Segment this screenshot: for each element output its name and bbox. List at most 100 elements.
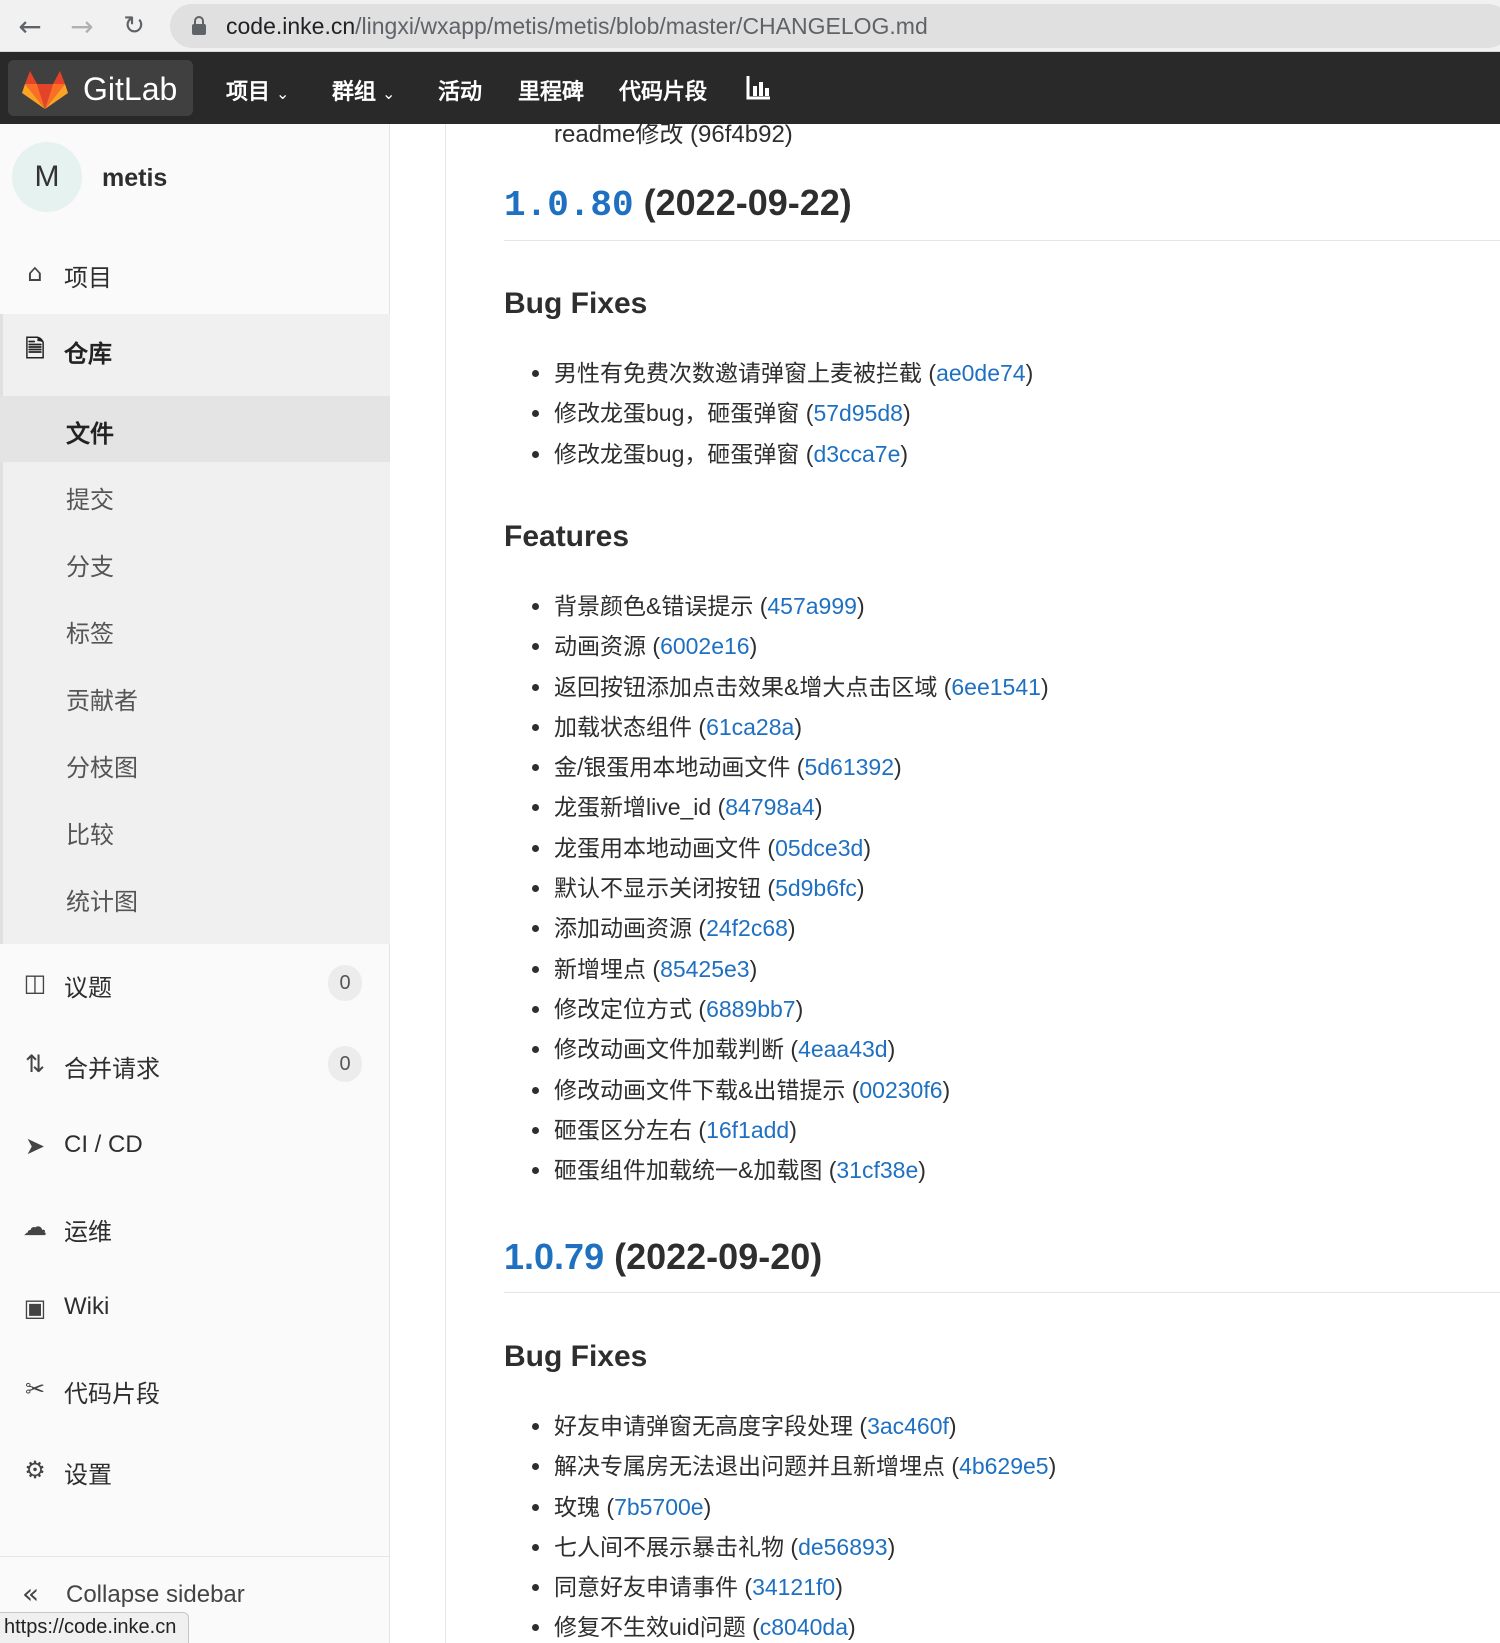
back-arrow-icon[interactable]: ← xyxy=(12,8,48,44)
sidebar-subitem-commits[interactable]: 提交 xyxy=(0,462,390,528)
sidebar-subitem-compare[interactable]: 比较 xyxy=(0,797,390,863)
sidebar-subitem-branches[interactable]: 分支 xyxy=(0,529,390,595)
changelog-entry-text: 修改龙蛋bug，砸蛋弹窗 ( xyxy=(554,400,814,427)
changelog-entry-text: 龙蛋用本地动画文件 ( xyxy=(554,834,776,861)
double-chevron-left-icon: « xyxy=(22,1577,40,1610)
commit-hash-link[interactable]: 4b629e5 xyxy=(959,1453,1049,1479)
sidebar-subitem-tags[interactable]: 标签 xyxy=(0,596,390,662)
sidebar-subitem-graph[interactable]: 分枝图 xyxy=(0,730,390,796)
version-link[interactable]: 1.0.80 xyxy=(504,185,634,226)
closing-paren: ) xyxy=(789,1116,797,1143)
chevron-down-icon: ⌄ xyxy=(382,84,396,103)
sidebar-item-label: 仓库 xyxy=(64,341,112,368)
closing-paren: ) xyxy=(863,834,871,861)
sidebar-item-repository[interactable]: 🗎 仓库 xyxy=(0,314,390,384)
closing-paren: ) xyxy=(749,955,758,982)
sidebar-item-label: Wiki xyxy=(64,1293,110,1320)
project-header[interactable]: M metis xyxy=(0,124,390,234)
commit-hash-link[interactable]: 3ac460f xyxy=(867,1413,949,1439)
chart-icon[interactable] xyxy=(746,74,772,100)
book-icon: ▣ xyxy=(23,1294,47,1322)
closing-paren: ) xyxy=(749,633,758,660)
url-text[interactable]: code.inke.cn/lingxi/wxapp/metis/metis/bl… xyxy=(226,13,928,40)
sidebar-item-wiki[interactable]: ▣ Wiki xyxy=(0,1273,390,1343)
sidebar-subitem-charts[interactable]: 统计图 xyxy=(0,864,390,930)
bugfix-list: 男性有免费次数邀请弹窗上麦被拦截 (ae0de74) 修改龙蛋bug，砸蛋弹窗 (… xyxy=(531,353,1033,474)
closing-paren: ) xyxy=(902,400,911,427)
address-bar[interactable]: code.inke.cn/lingxi/wxapp/metis/metis/bl… xyxy=(170,4,1500,48)
commit-hash-link[interactable]: 61ca28a xyxy=(706,714,794,740)
commit-hash-link[interactable]: de56893 xyxy=(798,1534,888,1560)
commit-hash-link[interactable]: 00230f6 xyxy=(859,1077,942,1103)
browser-toolbar: ← → ↻ code.inke.cn/lingxi/wxapp/metis/me… xyxy=(0,0,1500,52)
closing-paren: ) xyxy=(1048,1453,1057,1480)
gitlab-logo[interactable]: GitLab xyxy=(8,60,193,116)
commit-hash-link[interactable]: 4eaa43d xyxy=(798,1036,888,1062)
cloud-gear-icon: ☁ xyxy=(23,1213,47,1241)
closing-paren: ) xyxy=(787,915,796,942)
sidebar-item-label: 代码片段 xyxy=(64,1381,160,1408)
chevron-down-icon: ⌄ xyxy=(276,84,290,103)
nav-groups[interactable]: 群组 ⌄ xyxy=(332,74,395,106)
list-item: 背景颜色&错误提示 (457a999) xyxy=(532,586,1049,626)
commit-hash-link[interactable]: c8040da xyxy=(760,1614,848,1640)
commit-hash-link[interactable]: d3cca7e xyxy=(813,441,900,467)
repository-section: 🗎 仓库 文件 提交 分支 标签 贡献者 分枝图 比较 统计图 xyxy=(0,314,390,944)
closing-paren: ) xyxy=(900,440,909,467)
sidebar-item-cicd[interactable]: ➤ CI / CD xyxy=(0,1111,390,1181)
commit-hash-link[interactable]: 85425e3 xyxy=(660,956,750,982)
nav-projects[interactable]: 项目 ⌄ xyxy=(226,74,289,106)
closing-paren: ) xyxy=(948,1413,957,1439)
sidebar-item-merge-requests[interactable]: ⇅ 合并请求 0 xyxy=(0,1029,390,1099)
list-item: 同意好友申请事件 (34121f0) xyxy=(531,1567,1056,1607)
document-icon: 🗎 xyxy=(25,335,45,363)
closing-paren: ) xyxy=(703,1493,712,1520)
nav-activity[interactable]: 活动 xyxy=(438,74,482,106)
sidebar-item-project[interactable]: ⌂ 项目 xyxy=(0,238,390,308)
nav-snippets[interactable]: 代码片段 xyxy=(619,74,707,106)
project-name[interactable]: metis xyxy=(102,164,167,193)
commit-hash-link[interactable]: 05dce3d xyxy=(775,835,863,861)
commit-hash-link[interactable]: 6002e16 xyxy=(660,633,750,659)
sidebar-item-issues[interactable]: ◫ 议题 0 xyxy=(0,948,390,1018)
nav-milestones[interactable]: 里程碑 xyxy=(518,74,584,106)
commit-hash-link[interactable]: 31cf38e xyxy=(836,1157,918,1183)
commit-hash-link[interactable]: 24f2c68 xyxy=(706,915,788,941)
rocket-icon: ➤ xyxy=(24,1132,46,1160)
sidebar-subitem-contributors[interactable]: 贡献者 xyxy=(0,663,390,729)
list-item: 玫瑰 (7b5700e) xyxy=(531,1487,1056,1527)
commit-hash-link[interactable]: 5d9b6fc xyxy=(775,875,857,901)
commit-hash-link[interactable]: 6889bb7 xyxy=(706,996,796,1022)
list-item: 男性有免费次数邀请弹窗上麦被拦截 (ae0de74) xyxy=(531,353,1033,393)
reload-icon[interactable]: ↻ xyxy=(116,8,152,44)
sidebar-subitem-files[interactable]: 文件 xyxy=(0,396,390,462)
commit-hash-link[interactable]: 34121f0 xyxy=(752,1574,835,1600)
commit-hash-link[interactable]: 5d61392 xyxy=(804,754,894,780)
changelog-entry-text: 同意好友申请事件 ( xyxy=(554,1574,753,1601)
closing-paren: ) xyxy=(887,1036,896,1063)
bugfix-list: 好友申请弹窗无高度字段处理 (3ac460f) 解决专属房无法退出问题并且新增埋点… xyxy=(531,1406,1057,1643)
changelog-entry-text: 加载状态组件 ( xyxy=(554,713,707,740)
sidebar-item-label: 议题 xyxy=(64,975,112,1002)
sidebar-item-snippets[interactable]: ✂ 代码片段 xyxy=(0,1354,390,1424)
commit-hash-link[interactable]: 84798a4 xyxy=(725,794,815,820)
tanuki-icon xyxy=(22,71,68,109)
commit-hash-link[interactable]: 57d95d8 xyxy=(813,400,903,426)
commit-hash-link[interactable]: ae0de74 xyxy=(936,360,1026,386)
list-item: 默认不显示关闭按钮 (5d9b6fc) xyxy=(532,868,1049,908)
section-heading-bugfixes: Bug Fixes xyxy=(504,287,648,320)
version-link[interactable]: 1.0.79 xyxy=(504,1236,604,1277)
sidebar-item-operations[interactable]: ☁ 运维 xyxy=(0,1192,390,1262)
list-item: 修复不生效uid问题 (c8040da) xyxy=(531,1607,1056,1643)
changelog-entry-text: 新增埋点 ( xyxy=(554,955,661,982)
sidebar-item-settings[interactable]: ⚙ 设置 xyxy=(0,1435,390,1505)
list-item: 金/银蛋用本地动画文件 (5d61392) xyxy=(532,747,1049,787)
commit-hash-link[interactable]: 16f1add xyxy=(706,1117,789,1143)
changelog-entry-text: 男性有免费次数邀请弹窗上麦被拦截 ( xyxy=(554,360,937,386)
commit-hash-link[interactable]: 457a999 xyxy=(767,593,857,619)
commit-hash-link[interactable]: 6ee1541 xyxy=(951,674,1041,700)
closing-paren: ) xyxy=(856,593,865,619)
commit-hash-link[interactable]: 7b5700e xyxy=(614,1494,704,1520)
version-heading: 1.0.79 (2022-09-20) xyxy=(504,1236,1500,1293)
forward-arrow-icon[interactable]: → xyxy=(64,8,100,44)
